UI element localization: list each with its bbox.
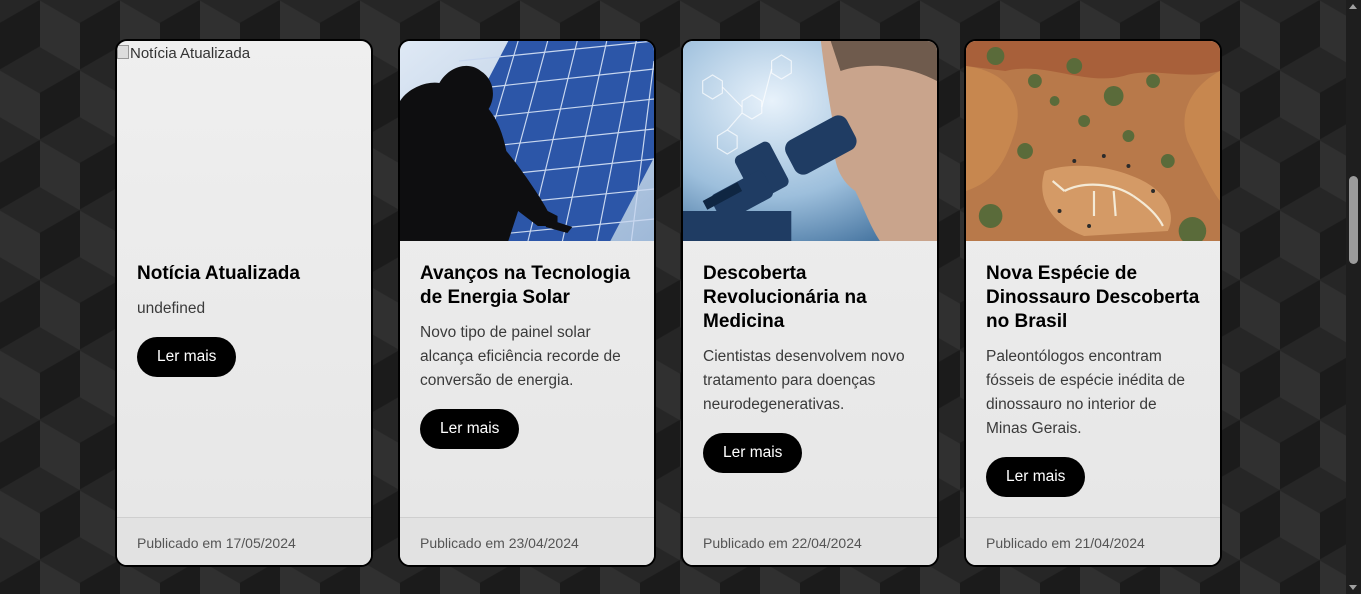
news-description: undefined <box>137 300 206 317</box>
news-card: Notícia Atualizada Notícia Atualizada un… <box>115 39 373 567</box>
news-title: Descoberta Revolucionária na Medicina <box>703 263 867 332</box>
news-title: Notícia Atualizada <box>137 263 300 284</box>
news-card-body: Avanços na Tecnologia de Energia Solar N… <box>400 241 654 449</box>
news-image-solar-panels <box>400 41 654 241</box>
broken-image-icon <box>117 45 129 59</box>
news-date: Publicado em 23/04/2024 <box>400 517 654 565</box>
read-more-button[interactable]: Ler mais <box>703 433 803 473</box>
broken-image-alt: Notícia Atualizada <box>117 45 250 62</box>
news-card: Descoberta Revolucionária na Medicina Ci… <box>681 39 939 567</box>
news-date: Publicado em 22/04/2024 <box>683 517 937 565</box>
news-card-body: Nova Espécie de Dinossauro Descoberta no… <box>966 241 1220 497</box>
image-alt-text: Notícia Atualizada <box>130 45 251 62</box>
news-description: Novo tipo de painel solar alcança eficiê… <box>420 324 621 389</box>
news-title: Avanços na Tecnologia de Energia Solar <box>420 263 631 308</box>
read-more-button[interactable]: Ler mais <box>986 457 1086 497</box>
news-image-broken: Notícia Atualizada <box>117 41 371 241</box>
news-date: Publicado em 21/04/2024 <box>966 517 1220 565</box>
news-card-body: Descoberta Revolucionária na Medicina Ci… <box>683 241 937 473</box>
news-image-dinosaur-dig <box>966 41 1220 241</box>
news-card: Nova Espécie de Dinossauro Descoberta no… <box>964 39 1222 567</box>
news-card: Avanços na Tecnologia de Energia Solar N… <box>398 39 656 567</box>
news-title: Nova Espécie de Dinossauro Descoberta no… <box>986 263 1200 332</box>
read-more-button[interactable]: Ler mais <box>420 409 520 449</box>
news-image-microscope <box>683 41 937 241</box>
read-more-button[interactable]: Ler mais <box>137 337 237 377</box>
news-card-body: Notícia Atualizada undefined Ler mais <box>117 241 371 377</box>
news-description: Cientistas desenvolvem novo tratamento p… <box>703 348 905 413</box>
news-description: Paleontólogos encontram fósseis de espéc… <box>986 348 1186 437</box>
scroll-down-arrow-icon[interactable] <box>1349 585 1357 590</box>
news-date: Publicado em 17/05/2024 <box>117 517 371 565</box>
scrollbar-thumb[interactable] <box>1349 176 1358 264</box>
scroll-up-arrow-icon[interactable] <box>1349 4 1357 9</box>
page-scrollbar[interactable] <box>1346 0 1361 594</box>
news-card-grid: Notícia Atualizada Notícia Atualizada un… <box>115 39 1222 567</box>
